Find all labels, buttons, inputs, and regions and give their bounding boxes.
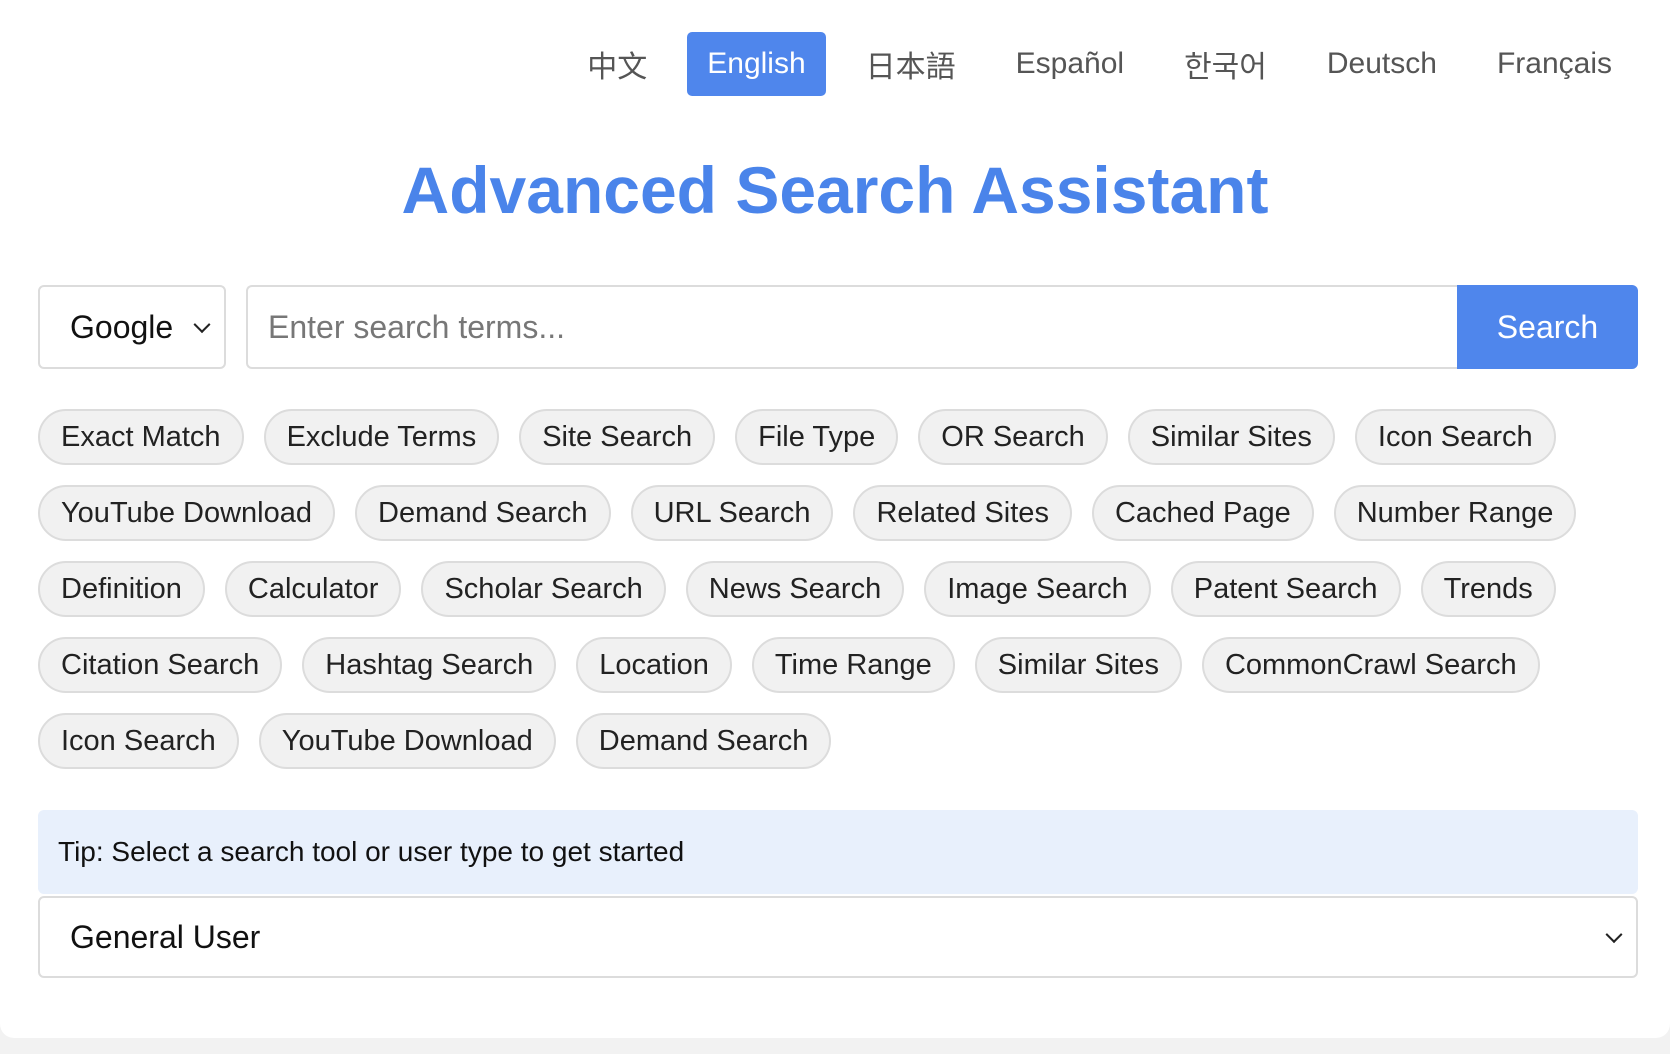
tool-chip[interactable]: Exclude Terms: [263, 409, 500, 465]
tool-chip[interactable]: Similar Sites: [974, 637, 1182, 693]
page-title: Advanced Search Assistant: [401, 153, 1269, 227]
tool-chip[interactable]: Image Search: [924, 561, 1151, 617]
tool-chip[interactable]: Icon Search: [38, 713, 239, 769]
tool-chip[interactable]: Citation Search: [38, 637, 283, 693]
tool-chip[interactable]: Demand Search: [575, 713, 832, 769]
tool-chip[interactable]: File Type: [735, 409, 899, 465]
tool-chip[interactable]: Number Range: [1333, 485, 1577, 541]
tool-chip[interactable]: Scholar Search: [421, 561, 666, 617]
engine-select-value: Google: [70, 308, 174, 345]
tool-chip[interactable]: Patent Search: [1170, 561, 1401, 617]
tip-text: Tip: Select a search tool or user type t…: [58, 836, 685, 867]
tool-chip[interactable]: Time Range: [751, 637, 955, 693]
tool-chip[interactable]: News Search: [685, 561, 905, 617]
lang-chinese[interactable]: 中文: [567, 32, 667, 96]
chevron-down-icon: [193, 316, 211, 334]
lang-french[interactable]: Français: [1477, 32, 1632, 96]
search-input[interactable]: [246, 285, 1460, 369]
user-type-value: General User: [70, 918, 261, 955]
tool-chip[interactable]: Site Search: [519, 409, 716, 465]
tool-chip[interactable]: Exact Match: [38, 409, 244, 465]
tool-chip[interactable]: YouTube Download: [38, 485, 335, 541]
lang-korean[interactable]: 한국어: [1164, 32, 1287, 96]
tool-chip[interactable]: URL Search: [630, 485, 834, 541]
tool-chip[interactable]: Similar Sites: [1127, 409, 1335, 465]
language-bar: 中文 English 日本語 Español 한국어 Deutsch Franç…: [567, 32, 1632, 96]
page: 中文 English 日本語 Español 한국어 Deutsch Franç…: [0, 0, 1670, 1038]
tool-chip[interactable]: Related Sites: [853, 485, 1072, 541]
tool-chip[interactable]: Location: [576, 637, 732, 693]
engine-select[interactable]: Google: [38, 285, 226, 369]
lang-spanish[interactable]: Español: [996, 32, 1144, 96]
tool-chip[interactable]: CommonCrawl Search: [1201, 637, 1540, 693]
tool-chip[interactable]: YouTube Download: [258, 713, 556, 769]
tool-chip[interactable]: Trends: [1420, 561, 1556, 617]
search-bar: Google Search: [38, 285, 1638, 369]
search-tools: Exact Match Exclude Terms Site Search File …: [38, 409, 1638, 769]
tool-chip[interactable]: Hashtag Search: [302, 637, 557, 693]
lang-english[interactable]: English: [687, 32, 826, 96]
lang-japanese[interactable]: 日本語: [846, 32, 976, 96]
search-button[interactable]: Search: [1457, 285, 1638, 369]
chevron-down-icon: [1605, 926, 1623, 944]
tool-chip[interactable]: Definition: [38, 561, 205, 617]
user-type-select[interactable]: General User: [38, 896, 1638, 978]
tool-chip[interactable]: Calculator: [224, 561, 402, 617]
tool-chip[interactable]: Cached Page: [1091, 485, 1314, 541]
tool-chip[interactable]: Demand Search: [355, 485, 611, 541]
tool-chip[interactable]: Icon Search: [1354, 409, 1556, 465]
tool-chip[interactable]: OR Search: [918, 409, 1108, 465]
tip-banner: Tip: Select a search tool or user type t…: [38, 810, 1638, 894]
lang-german[interactable]: Deutsch: [1307, 32, 1457, 96]
